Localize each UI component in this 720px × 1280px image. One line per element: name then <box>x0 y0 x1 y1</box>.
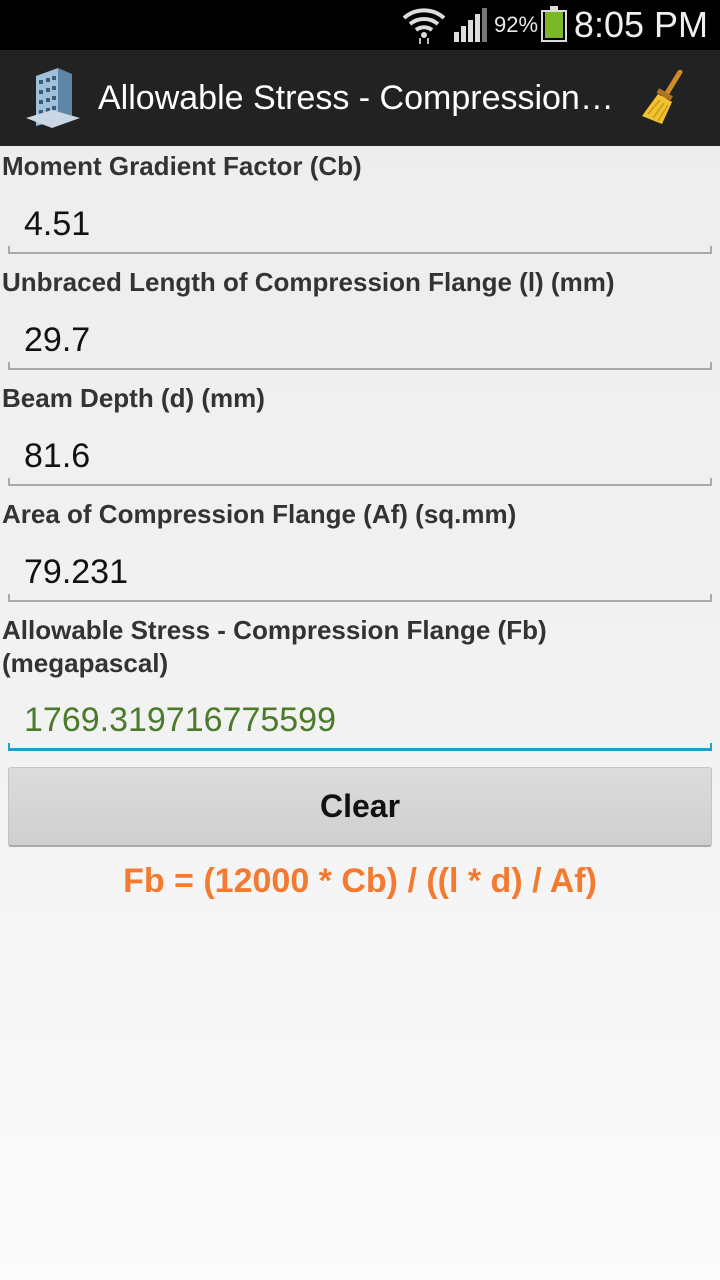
result-label-line2: (megapascal) <box>2 648 169 678</box>
page-title: Allowable Stress - Compression Flange <box>98 79 618 117</box>
beam-depth-input-underline <box>8 478 712 486</box>
unbraced-length-input-underline <box>8 362 712 370</box>
field-label-beam-depth: Beam Depth (d) (mm) <box>2 383 265 413</box>
building-icon <box>26 68 80 128</box>
status-time: 8:05 PM <box>573 4 708 45</box>
flange-area-input-underline <box>8 594 712 602</box>
result-label: Allowable Stress - Compression Flange (F… <box>2 614 702 680</box>
result-output-underline <box>8 743 712 751</box>
result-label-line1: Allowable Stress - Compression Flange (F… <box>2 615 547 645</box>
field-label-unbraced-length: Unbraced Length of Compression Flange (l… <box>2 267 615 297</box>
wifi-icon <box>402 8 446 44</box>
beam-depth-input[interactable] <box>8 426 712 486</box>
cb-input[interactable] <box>8 194 712 254</box>
battery-icon <box>541 6 567 42</box>
formula-text: Fb = (12000 * Cb) / ((l * d) / Af) <box>123 862 597 900</box>
signal-icon <box>454 8 487 42</box>
field-label-flange-area: Area of Compression Flange (Af) (sq.mm) <box>2 499 517 529</box>
field-label-cb: Moment Gradient Factor (Cb) <box>2 151 362 181</box>
unbraced-length-input[interactable] <box>8 310 712 370</box>
flange-area-input[interactable] <box>8 542 712 602</box>
cb-input-underline <box>8 246 712 254</box>
broom-icon[interactable] <box>640 70 686 126</box>
action-bar: Allowable Stress - Compression Flange <box>0 50 720 146</box>
battery-percent: 92% <box>494 12 539 37</box>
status-bar: 92% 8:05 PM <box>0 0 720 50</box>
clear-button[interactable]: Clear <box>8 767 712 847</box>
result-output[interactable] <box>8 690 712 750</box>
